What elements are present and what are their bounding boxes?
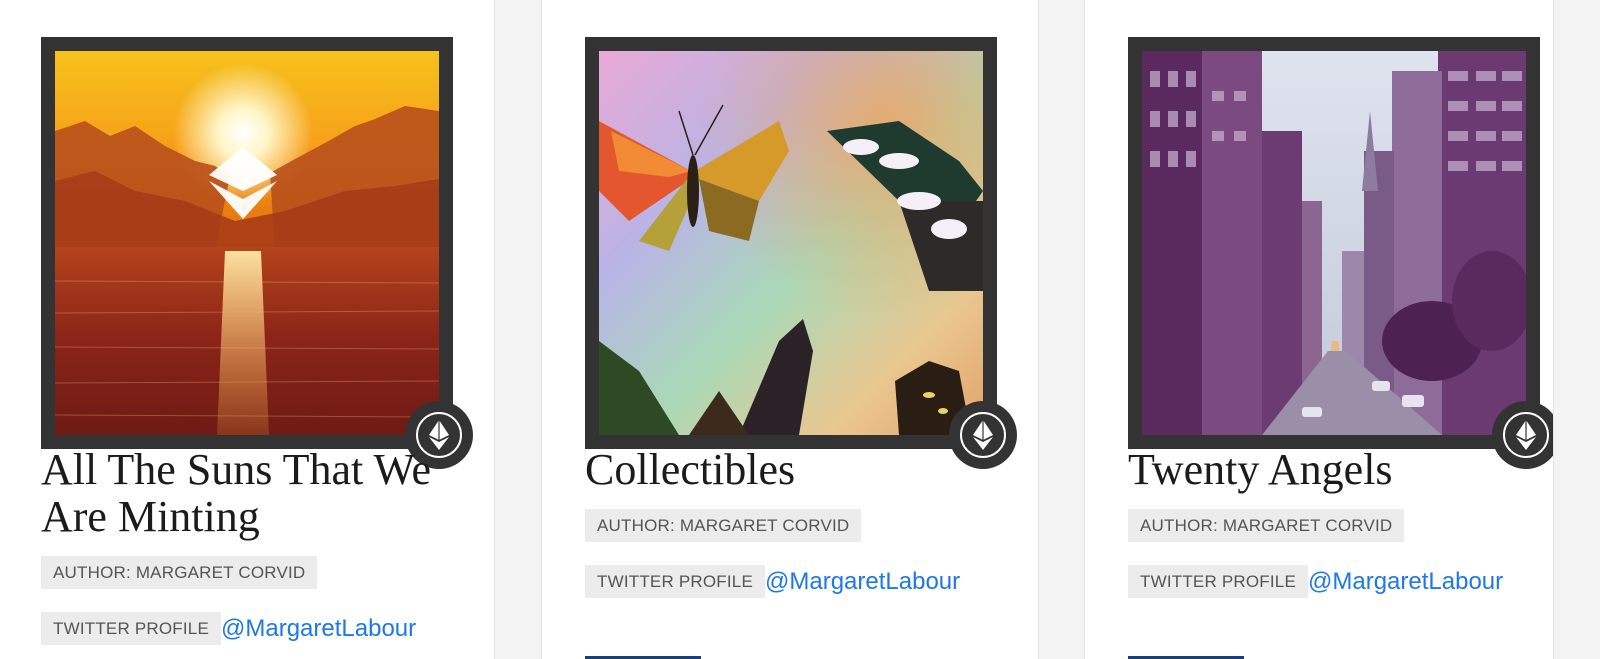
card-title[interactable]: All The Suns That We Are Minting xyxy=(41,446,461,540)
twitter-handle-link[interactable]: @MargaretLabour xyxy=(765,565,960,598)
twitter-profile-label: TWITTER PROFILE xyxy=(585,565,765,598)
twitter-profile-label: TWITTER PROFILE xyxy=(41,612,221,645)
author-tag: AUTHOR: MARGARET CORVID xyxy=(1128,509,1405,542)
artwork-frame[interactable] xyxy=(585,37,1017,469)
card-title[interactable]: Twenty Angels xyxy=(1128,446,1548,493)
card-title[interactable]: Collectibles xyxy=(585,446,1005,493)
author-tag: AUTHOR: MARGARET CORVID xyxy=(41,556,318,589)
artwork-image[interactable] xyxy=(55,51,439,435)
artwork-frame[interactable] xyxy=(1128,37,1553,469)
artwork-frame[interactable] xyxy=(41,37,473,469)
twitter-profile-label: TWITTER PROFILE xyxy=(1128,565,1308,598)
nft-card: All The Suns That We Are Minting AUTHOR:… xyxy=(0,0,495,659)
twitter-handle-link[interactable]: @MargaretLabour xyxy=(221,612,416,645)
author-tag: AUTHOR: MARGARET CORVID xyxy=(585,509,862,542)
nft-card: Collectibles AUTHOR: MARGARET CORVID TWI… xyxy=(541,0,1039,659)
artwork-image[interactable] xyxy=(599,51,983,435)
artwork-image[interactable] xyxy=(1142,51,1526,435)
nft-card: Twenty Angels AUTHOR: MARGARET CORVID TW… xyxy=(1084,0,1554,659)
twitter-handle-link[interactable]: @MargaretLabour xyxy=(1308,565,1503,598)
